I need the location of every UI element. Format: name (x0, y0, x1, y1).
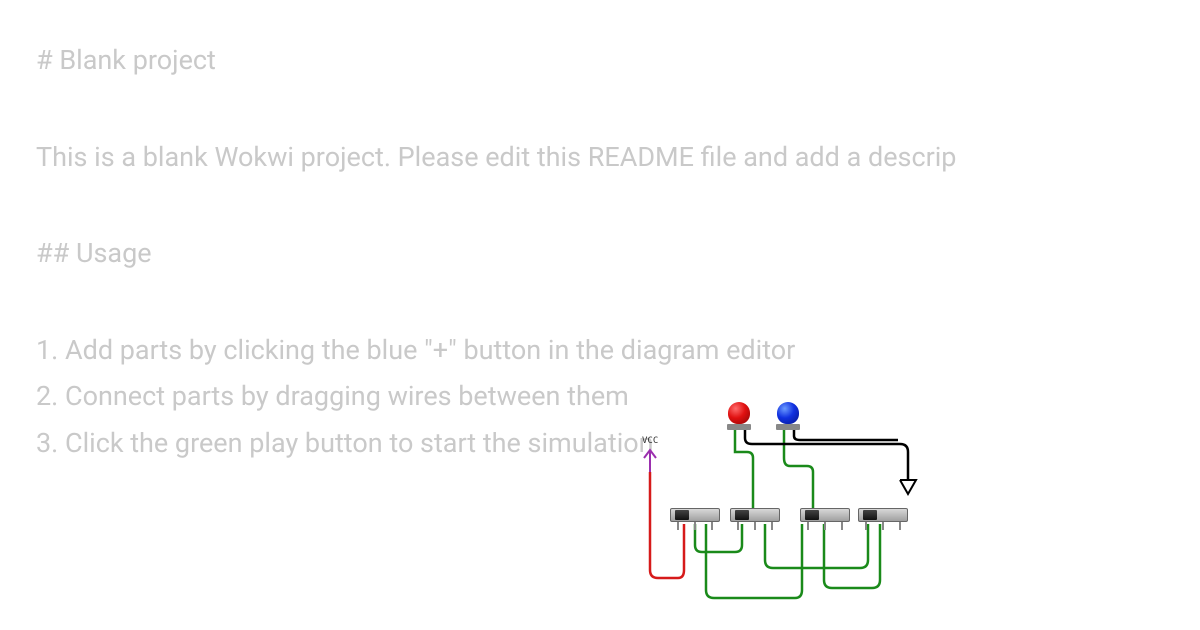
switch-knob-icon (805, 510, 819, 520)
wire-gnd-1 (745, 428, 908, 480)
readme-h1: # Blank project (36, 40, 1164, 81)
switch-pins (800, 522, 850, 530)
switch-body (670, 508, 720, 522)
slide-switch-4[interactable] (858, 508, 908, 532)
led-bulb-icon (777, 402, 799, 424)
led-base (727, 424, 751, 430)
vcc-arrow-icon (644, 450, 656, 472)
led-bulb-icon (728, 402, 750, 424)
led-blue[interactable] (777, 402, 799, 430)
readme-step-1: 1. Add parts by clicking the blue "+" bu… (36, 330, 1164, 371)
slide-switch-3[interactable] (800, 508, 850, 532)
wire-signal-6 (824, 524, 880, 588)
readme-paragraph: This is a blank Wokwi project. Please ed… (36, 137, 1164, 178)
slide-switch-2[interactable] (730, 508, 780, 532)
switch-body (858, 508, 908, 522)
wire-gnd-2 (794, 428, 898, 440)
slide-switch-1[interactable] (670, 508, 720, 532)
led-base (776, 424, 800, 430)
circuit-diagram[interactable]: VCC (600, 400, 940, 600)
switch-knob-icon (735, 510, 749, 520)
switch-body (800, 508, 850, 522)
switch-knob-icon (863, 510, 877, 520)
switch-body (730, 508, 780, 522)
vcc-label: VCC (642, 436, 658, 446)
switch-pins (730, 522, 780, 530)
switch-pins (858, 522, 908, 530)
gnd-symbol-icon (900, 480, 916, 494)
wire-signal-2 (706, 524, 802, 598)
switch-knob-icon (675, 510, 689, 520)
led-red[interactable] (728, 402, 750, 430)
diagram-wires (600, 400, 940, 600)
switch-pins (670, 522, 720, 530)
readme-h2: ## Usage (36, 233, 1164, 274)
